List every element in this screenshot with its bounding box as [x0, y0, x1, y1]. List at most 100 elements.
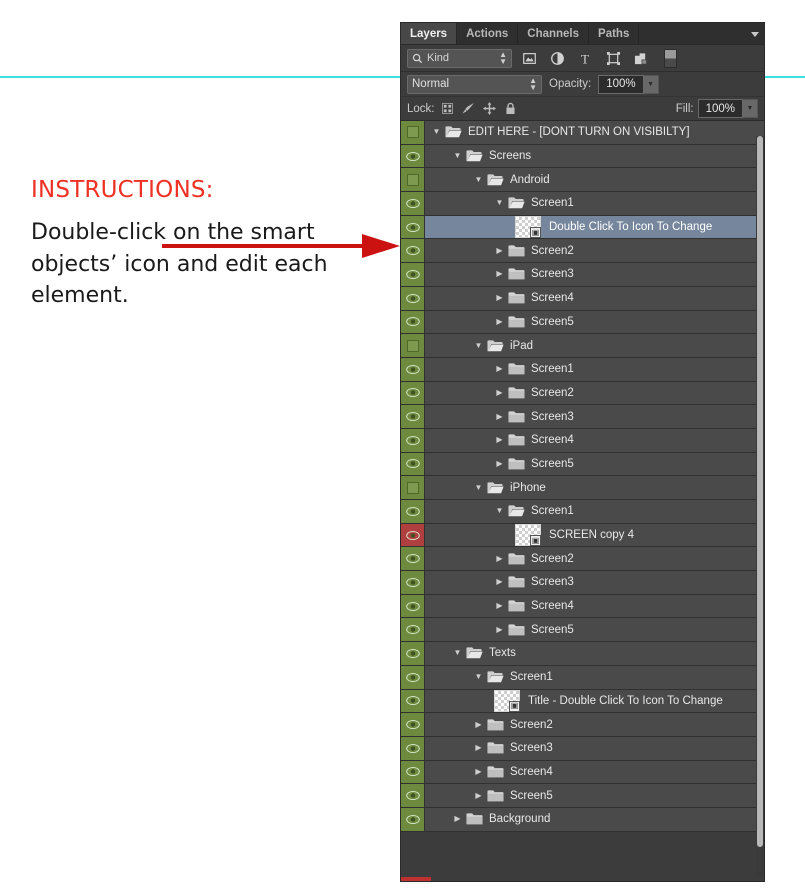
chevron-right-icon[interactable]: ▶ [494, 578, 505, 586]
chevron-down-icon[interactable]: ▼ [494, 507, 505, 515]
layer-visibility-eye-icon[interactable] [401, 381, 425, 405]
tab-layers[interactable]: Layers [401, 23, 458, 44]
layer-row[interactable]: ▣ SCREEN copy 4 [401, 523, 764, 548]
blend-mode-select[interactable]: Normal ▲ ▼ [407, 74, 542, 94]
chevron-right-icon[interactable]: ▶ [494, 388, 505, 397]
layer-row-body[interactable]: ▶ Screen4 [425, 429, 764, 452]
chevron-right-icon[interactable]: ▶ [494, 365, 505, 373]
layer-visibility-eye-icon[interactable] [401, 405, 425, 428]
chevron-right-icon[interactable]: ▶ [494, 602, 505, 610]
chevron-right-icon[interactable]: ▶ [494, 459, 505, 468]
layer-visibility-eye-icon[interactable] [401, 642, 425, 665]
layer-visibility-eye-icon[interactable] [401, 452, 425, 476]
chevron-down-icon[interactable]: ▼ [473, 483, 484, 492]
layer-row-body[interactable]: ▶ Screen2 [425, 382, 764, 405]
layer-row[interactable]: ▼ iPad [401, 334, 764, 358]
layer-row[interactable]: ▶ Screen3 [401, 736, 764, 761]
layer-row[interactable]: ▶ Screen4 [401, 286, 764, 311]
layer-visibility-eye-icon[interactable] [401, 310, 425, 334]
layer-visibility-eye-icon[interactable] [401, 523, 425, 547]
lock-position-icon[interactable] [481, 100, 498, 118]
chevron-right-icon[interactable]: ▶ [494, 270, 505, 278]
layer-visibility-eye-icon[interactable] [401, 665, 425, 689]
layer-visibility-eye-icon[interactable] [401, 594, 425, 618]
chevron-right-icon[interactable]: ▶ [494, 317, 505, 326]
layer-row[interactable]: ▶ Screen4 [401, 594, 764, 619]
layer-visibility-eye-icon[interactable] [401, 807, 425, 831]
layer-row[interactable]: ▼ Screen1 [401, 192, 764, 216]
chevron-right-icon[interactable]: ▶ [473, 744, 484, 752]
layer-row-body[interactable]: ▶ Screen3 [425, 737, 764, 760]
opacity-value[interactable]: 100% [598, 74, 644, 94]
filter-smart-object-icon[interactable] [630, 48, 652, 68]
layer-row-body[interactable]: ▣ SCREEN copy 4 [425, 524, 764, 547]
chevron-down-icon[interactable]: ▼ [431, 128, 442, 136]
layer-row-body[interactable]: ▶ Screen5 [425, 311, 764, 334]
layer-row-body[interactable]: ▶ Screen5 [425, 618, 764, 641]
lock-image-pixels-icon[interactable] [460, 100, 477, 118]
layer-row-body[interactable]: ▶ Screen2 [425, 713, 764, 736]
layer-visibility-eye-icon[interactable] [401, 192, 425, 215]
layer-row-body[interactable]: ▶ Background [425, 808, 764, 831]
layers-scrollbar[interactable] [756, 136, 764, 877]
layer-row-body[interactable]: ▶ Screen3 [425, 571, 764, 594]
layer-row[interactable]: ▣ Title - Double Click To Icon To Change [401, 689, 764, 714]
filter-adjustment-icon[interactable] [546, 48, 568, 68]
filter-shape-icon[interactable] [602, 48, 624, 68]
layer-row[interactable]: ▶ Screen5 [401, 784, 764, 808]
layer-row[interactable]: ▶ Screen3 [401, 405, 764, 429]
layer-row-body[interactable]: ▼ iPad [425, 334, 764, 357]
chevron-down-icon[interactable]: ▼ [473, 175, 484, 184]
layer-row-body[interactable]: ▶ Screen2 [425, 547, 764, 570]
opacity-control[interactable]: 100% ▼ [598, 74, 659, 94]
smart-object-thumbnail[interactable]: ▣ [515, 524, 541, 547]
layer-row[interactable]: ▶ Screen1 [401, 357, 764, 382]
layer-row-body[interactable]: ▼ iPhone [425, 476, 764, 499]
smart-object-thumbnail[interactable]: ▣ [494, 689, 520, 712]
chevron-right-icon[interactable]: ▶ [494, 412, 505, 421]
chevron-down-icon[interactable]: ▼ [473, 341, 484, 350]
tab-channels[interactable]: Channels [518, 23, 590, 44]
layer-row-body[interactable]: ▼ Screens [425, 145, 764, 168]
filter-pixel-icon[interactable] [518, 48, 540, 68]
layer-row[interactable]: ▶ Screen2 [401, 239, 764, 264]
layer-visibility-eye-icon[interactable] [401, 263, 425, 286]
layer-row-body[interactable]: ▶ Screen4 [425, 287, 764, 310]
layer-visibility-eye-icon[interactable] [401, 144, 425, 168]
layer-row[interactable]: ▶ Screen5 [401, 618, 764, 643]
layer-row-body[interactable]: ▣ Double Click To Icon To Change [425, 216, 764, 239]
layer-visibility-eye-icon[interactable] [401, 286, 425, 310]
layer-row-body[interactable]: ▼ Texts [425, 642, 764, 665]
layer-row[interactable]: ▶ Background [401, 807, 764, 832]
chevron-right-icon[interactable]: ▶ [494, 625, 505, 634]
layer-row[interactable]: ▼ Screen1 [401, 500, 764, 524]
layer-row[interactable]: ▼ iPhone [401, 476, 764, 500]
panel-menu-icon[interactable] [750, 29, 760, 39]
layer-row[interactable]: ▶ Screen5 [401, 310, 764, 335]
layer-visibility-eye-icon[interactable] [401, 784, 425, 807]
layer-visibility-eye-icon[interactable] [401, 760, 425, 784]
layer-row[interactable]: ▶ Screen4 [401, 760, 764, 785]
layer-visibility-eye-icon[interactable] [401, 357, 425, 381]
layer-row-body[interactable]: ▼ Screen1 [425, 666, 764, 689]
layer-visibility-off-icon[interactable] [401, 168, 425, 192]
layer-row-body[interactable]: ▼ Android [425, 168, 764, 191]
layer-visibility-off-icon[interactable] [401, 476, 425, 499]
layer-row[interactable]: ▼ EDIT HERE - [DONT TURN ON VISIBILTY] [401, 121, 764, 145]
layer-visibility-eye-icon[interactable] [401, 689, 425, 713]
chevron-down-icon[interactable]: ▼ [452, 152, 463, 160]
layer-row[interactable]: ▶ Screen2 [401, 713, 764, 737]
layer-row[interactable]: ▶ Screen2 [401, 547, 764, 572]
chevron-right-icon[interactable]: ▶ [473, 720, 484, 729]
layer-visibility-eye-icon[interactable] [401, 547, 425, 571]
layer-row-body[interactable]: ▶ Screen5 [425, 453, 764, 476]
filter-type-icon[interactable]: T [574, 48, 596, 68]
layer-row-body[interactable]: ▶ Screen3 [425, 405, 764, 428]
layer-row[interactable]: ▶ Screen3 [401, 263, 764, 287]
layer-row-body[interactable]: ▶ Screen4 [425, 595, 764, 618]
layers-list[interactable]: ▼ EDIT HERE - [DONT TURN ON VISIBILTY] ▼ Sc… [401, 121, 764, 832]
layer-visibility-eye-icon[interactable] [401, 736, 425, 760]
layer-row[interactable]: ▶ Screen3 [401, 571, 764, 595]
opacity-dropdown-icon[interactable]: ▼ [643, 74, 659, 94]
layer-row-body[interactable]: ▶ Screen3 [425, 263, 764, 286]
